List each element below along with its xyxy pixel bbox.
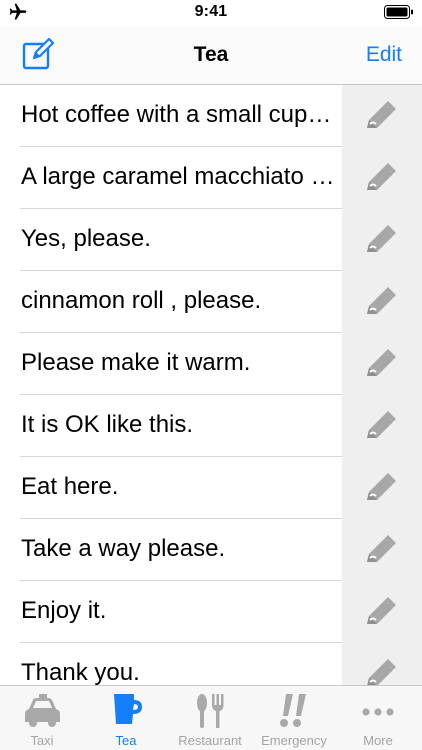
- phrase-label: Please make it warm.: [21, 349, 251, 376]
- edit-row-button[interactable]: [342, 581, 422, 643]
- exclamation-icon: [280, 694, 306, 727]
- tab-label: Tea: [115, 733, 137, 748]
- edit-button[interactable]: Edit: [366, 43, 402, 67]
- edit-row-button[interactable]: [342, 519, 422, 581]
- phrase-label: cinnamon roll , please.: [21, 287, 262, 314]
- fork-knife-icon: [197, 694, 224, 728]
- phrase-label: Hot coffee with a small cup , please.: [21, 101, 337, 128]
- edit-row-button[interactable]: [342, 209, 422, 271]
- status-bar: 9:41: [0, 0, 422, 26]
- tab-label: Emergency: [261, 733, 327, 748]
- list-item[interactable]: Hot coffee with a small cup , please.: [0, 85, 422, 147]
- list-item[interactable]: Thank you.: [0, 643, 422, 685]
- phrase-label: Eat here.: [21, 473, 119, 500]
- phrase-label: Yes, please.: [21, 225, 151, 252]
- tab-label: More: [363, 733, 393, 748]
- list-item[interactable]: A large caramel macchiato , please.: [0, 147, 422, 209]
- list-item[interactable]: Enjoy it.: [0, 581, 422, 643]
- pencil-icon: [367, 597, 396, 624]
- tab-taxi[interactable]: Taxi: [0, 686, 84, 750]
- tab-bar: Taxi Tea Restaurant Emergency More: [0, 685, 422, 750]
- cup-icon: [114, 694, 142, 724]
- list-item[interactable]: It is OK like this.: [0, 395, 422, 457]
- battery-icon: [384, 5, 413, 19]
- list-item[interactable]: Take a way please.: [0, 519, 422, 581]
- edit-row-button[interactable]: [342, 333, 422, 395]
- pencil-icon: [367, 473, 396, 500]
- phrase-label: Enjoy it.: [21, 597, 107, 624]
- tab-tea[interactable]: Tea: [84, 686, 168, 750]
- navigation-bar: Tea Edit: [0, 26, 422, 85]
- edit-row-button[interactable]: [342, 457, 422, 519]
- tab-more[interactable]: More: [336, 686, 420, 750]
- pencil-icon: [367, 349, 396, 376]
- tab-label: Restaurant: [178, 733, 242, 748]
- pencil-icon: [367, 535, 396, 562]
- phrase-list: Hot coffee with a small cup , please. A …: [0, 85, 422, 685]
- list-item[interactable]: Yes, please.: [0, 209, 422, 271]
- pencil-icon: [367, 659, 396, 685]
- edit-row-button[interactable]: [342, 271, 422, 333]
- tab-label: Taxi: [30, 733, 54, 748]
- pencil-icon: [367, 163, 396, 190]
- edit-row-button[interactable]: [342, 147, 422, 209]
- pencil-icon: [367, 287, 396, 314]
- page-title: Tea: [193, 43, 229, 66]
- pencil-icon: [367, 101, 396, 128]
- taxi-icon: [25, 694, 60, 727]
- tab-emergency[interactable]: Emergency: [252, 686, 336, 750]
- more-dots-icon: [362, 708, 394, 716]
- phrase-label: A large caramel macchiato , please.: [21, 163, 337, 190]
- list-item[interactable]: Eat here.: [0, 457, 422, 519]
- list-item[interactable]: cinnamon roll , please.: [0, 271, 422, 333]
- edit-row-button[interactable]: [342, 395, 422, 457]
- phrase-label: It is OK like this.: [21, 411, 194, 438]
- phrase-label: Take a way please.: [21, 535, 226, 562]
- tab-restaurant[interactable]: Restaurant: [168, 686, 252, 750]
- phrase-label: Thank you.: [21, 659, 140, 685]
- pencil-icon: [367, 411, 396, 438]
- list-item[interactable]: Please make it warm.: [0, 333, 422, 395]
- edit-row-button[interactable]: [342, 85, 422, 147]
- edit-row-button[interactable]: [342, 643, 422, 685]
- pencil-icon: [367, 225, 396, 252]
- status-time: 9:41: [194, 3, 228, 20]
